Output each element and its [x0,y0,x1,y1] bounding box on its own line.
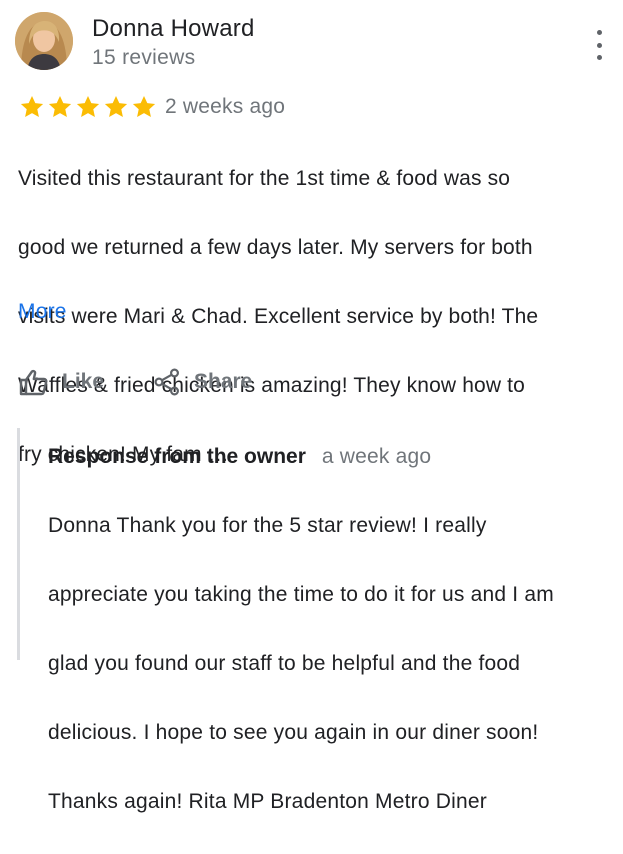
owner-response-line: Donna Thank you for the 5 star review! I… [48,513,487,537]
star-icon [104,95,128,117]
like-button[interactable]: Like [19,366,104,398]
share-icon [154,368,180,396]
owner-response: Response from the owner a week ago Donna… [17,428,620,813]
star-icon [48,95,72,117]
owner-response-line: glad you found our staff to be helpful a… [48,651,521,675]
review-text-line: good we returned a few days later. My se… [18,235,533,259]
share-button[interactable]: Share [154,366,252,398]
star-icon [76,95,100,117]
avatar-image [15,12,73,70]
star-rating [19,94,157,120]
review-text-line: Waffles & fried chicken is amazing! They… [18,373,525,397]
owner-response-header: Response from the owner a week ago [48,445,431,469]
review-text-line: Visited this restaurant for the 1st time… [18,166,511,190]
more-vert-icon [596,30,602,35]
reviewer-review-count: 15 reviews [92,46,196,69]
owner-response-date: a week ago [321,445,432,468]
like-label: Like [62,370,105,393]
thumb-up-icon [19,369,48,395]
review-text-line: visits were Mari & Chad. Excellent servi… [18,304,539,328]
owner-response-title: Response from the owner [48,445,306,468]
star-icon [20,95,44,117]
share-label: Share [194,370,253,393]
star-icon [132,95,156,117]
owner-response-line: Thanks again! Rita MP Bradenton Metro Di… [48,789,487,813]
more-link[interactable]: More [18,300,67,324]
owner-response-text: Donna Thank you for the 5 star review! I… [48,474,623,854]
review-date: 2 weeks ago [165,95,286,118]
avatar[interactable] [15,12,73,70]
owner-response-line: appreciate you taking the time to do it … [48,582,554,606]
reviewer-name[interactable]: Donna Howard [92,15,255,43]
rating-row: 2 weeks ago [19,94,285,120]
more-options-button[interactable] [587,30,611,60]
owner-response-line: delicious. I hope to see you again in ou… [48,720,539,744]
